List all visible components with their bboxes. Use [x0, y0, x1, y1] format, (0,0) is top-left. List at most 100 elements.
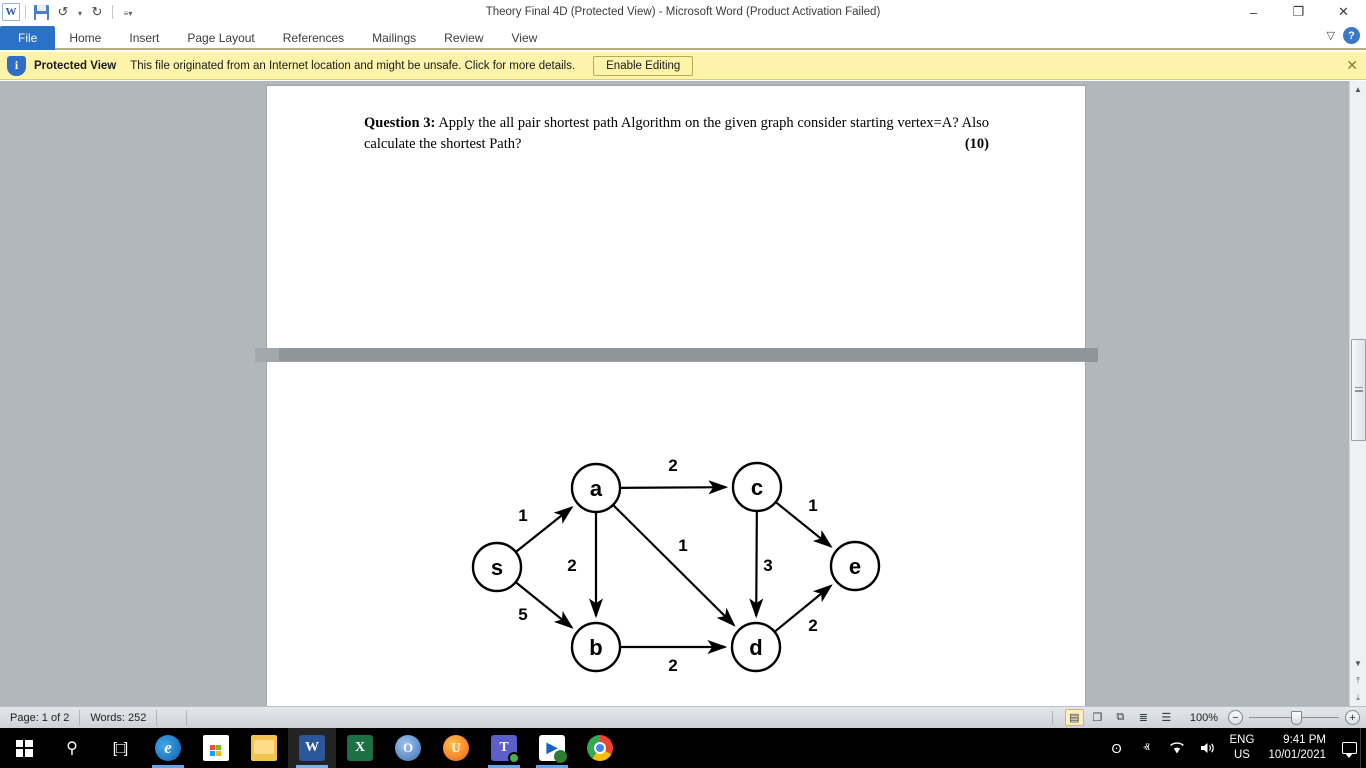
view-buttons: ▤ ❐ ⧉ ≣ ☰ [1064, 709, 1176, 726]
edge-weight-s-b: 5 [518, 605, 527, 624]
protected-view-title: Protected View [34, 59, 117, 72]
enable-editing-button[interactable]: Enable Editing [593, 55, 694, 76]
page-separator-tab [255, 348, 279, 362]
taskbar-app-microsoft-edge[interactable]: e [144, 728, 192, 768]
graph-edge-a-c [620, 480, 729, 495]
windows-taskbar: ⚲ [□] e W X O U T ▶ ʘ ⱏ ENG US 9:41 PM 1… [0, 728, 1366, 768]
zoom-slider[interactable] [1249, 710, 1339, 725]
show-hidden-icons-chevron-icon[interactable]: ⱏ [1132, 728, 1162, 768]
view-button-web-layout[interactable]: ⧉ [1111, 709, 1130, 726]
restore-button[interactable]: ❐ [1276, 0, 1321, 24]
previous-page-button[interactable]: ⤒ [1350, 672, 1366, 689]
document-canvas[interactable]: Question 3: Apply the all pair shortest … [0, 81, 1366, 706]
search-button[interactable]: ⚲ [48, 728, 96, 768]
ribbon-tab-page-layout[interactable]: Page Layout [173, 26, 268, 50]
zoom-level[interactable]: 100% [1190, 712, 1218, 724]
microsoft-excel-icon: X [347, 735, 373, 761]
language-line-2: US [1233, 749, 1250, 761]
volume-icon[interactable] [1192, 728, 1222, 768]
graph-node-label-e: e [849, 554, 861, 579]
view-button-draft[interactable]: ☰ [1157, 709, 1176, 726]
ribbon-tab-mailings[interactable]: Mailings [358, 26, 430, 50]
window-controls: – ❐ ✕ [1231, 0, 1366, 24]
opera-browser-icon: O [395, 735, 421, 761]
vertical-scrollbar[interactable]: ▲ ▼ ⤒ ⤓ [1349, 81, 1366, 706]
edge-weight-b-d: 2 [668, 656, 677, 675]
page-separator [255, 348, 1098, 362]
graph-node-label-c: c [751, 475, 763, 500]
people-icon[interactable]: ʘ [1102, 728, 1132, 768]
view-button-outline[interactable]: ≣ [1134, 709, 1153, 726]
zoom-in-button[interactable]: + [1345, 710, 1360, 725]
zoom-out-button[interactable]: − [1228, 710, 1243, 725]
taskbar-app-microsoft-teams[interactable]: T [480, 728, 528, 768]
system-tray: ʘ ⱏ ENG US 9:41 PM 10/01/2021 [1102, 728, 1366, 768]
ribbon-tab-home[interactable]: Home [55, 26, 115, 50]
protected-view-bar: i Protected View This file originated fr… [0, 52, 1366, 80]
taskbar-app-microsoft-excel[interactable]: X [336, 728, 384, 768]
microsoft-store-accent [210, 745, 221, 756]
scroll-up-button[interactable]: ▲ [1350, 81, 1366, 98]
word-application-window: W ↺ ▾ ↻ ≡▾ Theory Final 4D (Protected Vi… [0, 0, 1366, 768]
close-button[interactable]: ✕ [1321, 0, 1366, 24]
next-page-button[interactable]: ⤓ [1350, 689, 1366, 706]
graph-edge-d-e [774, 584, 833, 633]
microsoft-teams-accent [508, 752, 520, 764]
task-view-icon: [□] [112, 739, 128, 757]
minimize-ribbon-icon[interactable]: ▽ [1327, 29, 1335, 42]
scroll-down-button[interactable]: ▼ [1350, 655, 1366, 672]
page-indicator[interactable]: Page: 1 of 2 [0, 709, 81, 726]
graph-node-label-b: b [589, 635, 602, 660]
scrollbar-grip-icon [1355, 387, 1363, 392]
ribbon-tab-file[interactable]: File [0, 26, 56, 50]
microsoft-edge-glyph: e [164, 738, 172, 757]
start-button[interactable] [0, 728, 48, 768]
graph-edge-c-e [775, 501, 833, 548]
ribbon-tab-view[interactable]: View [498, 26, 552, 50]
graph-node-label-s: s [491, 555, 503, 580]
scrollbar-thumb[interactable] [1351, 339, 1366, 441]
proofing-status[interactable] [157, 709, 188, 726]
microsoft-store-icon [203, 735, 229, 761]
microsoft-word-glyph: W [305, 740, 319, 755]
zoom-slider-thumb[interactable] [1291, 711, 1302, 725]
clock[interactable]: 9:41 PM 10/01/2021 [1262, 733, 1332, 763]
media-player-accent [554, 750, 567, 763]
view-button-print-layout[interactable]: ▤ [1064, 709, 1084, 726]
edge-weight-d-e: 2 [808, 616, 817, 635]
taskbar-app-google-chrome[interactable] [576, 728, 624, 768]
language-indicator[interactable]: ENG US [1222, 733, 1263, 763]
title-bar: W ↺ ▾ ↻ ≡▾ Theory Final 4D (Protected Vi… [0, 0, 1366, 24]
network-icon[interactable] [1162, 728, 1192, 768]
question-label: Question 3: [364, 115, 436, 131]
taskbar-app-media-player[interactable]: ▶ [528, 728, 576, 768]
microsoft-word-icon: W [299, 735, 325, 761]
ribbon-tab-insert[interactable]: Insert [115, 26, 173, 50]
help-icon[interactable]: ? [1343, 27, 1360, 44]
google-chrome-accent [594, 742, 606, 754]
taskbar-app-opera-browser[interactable]: O [384, 728, 432, 768]
info-shield-icon: i [7, 55, 26, 76]
ribbon-tab-strip: File Home Insert Page Layout References Maili… [0, 24, 1366, 50]
show-desktop-button[interactable] [1360, 728, 1366, 768]
word-count[interactable]: Words: 252 [80, 709, 158, 726]
view-button-full-screen-reading[interactable]: ❐ [1088, 709, 1107, 726]
status-bar: Page: 1 of 2 Words: 252 ▤ ❐ ⧉ ≣ ☰ 100% − + [0, 706, 1366, 728]
minimize-button[interactable]: – [1231, 0, 1276, 24]
edge-weight-c-d: 3 [763, 556, 772, 575]
notification-icon [1341, 742, 1357, 758]
microsoft-teams-icon: T [491, 735, 520, 764]
edge-weight-s-a: 1 [518, 506, 527, 525]
language-line-1: ENG [1229, 734, 1255, 746]
ribbon-tab-review[interactable]: Review [430, 26, 497, 50]
ribbon-tab-references[interactable]: References [269, 26, 358, 50]
edge-weight-a-d: 1 [678, 536, 687, 555]
search-icon: ⚲ [66, 740, 78, 757]
close-banner-icon[interactable]: ✕ [1346, 57, 1358, 74]
taskbar-app-uc-browser[interactable]: U [432, 728, 480, 768]
task-view-button[interactable]: [□] [96, 728, 144, 768]
taskbar-app-microsoft-store[interactable] [192, 728, 240, 768]
taskbar-app-microsoft-word[interactable]: W [288, 728, 336, 768]
file-explorer-icon [251, 735, 277, 761]
taskbar-app-file-explorer[interactable] [240, 728, 288, 768]
